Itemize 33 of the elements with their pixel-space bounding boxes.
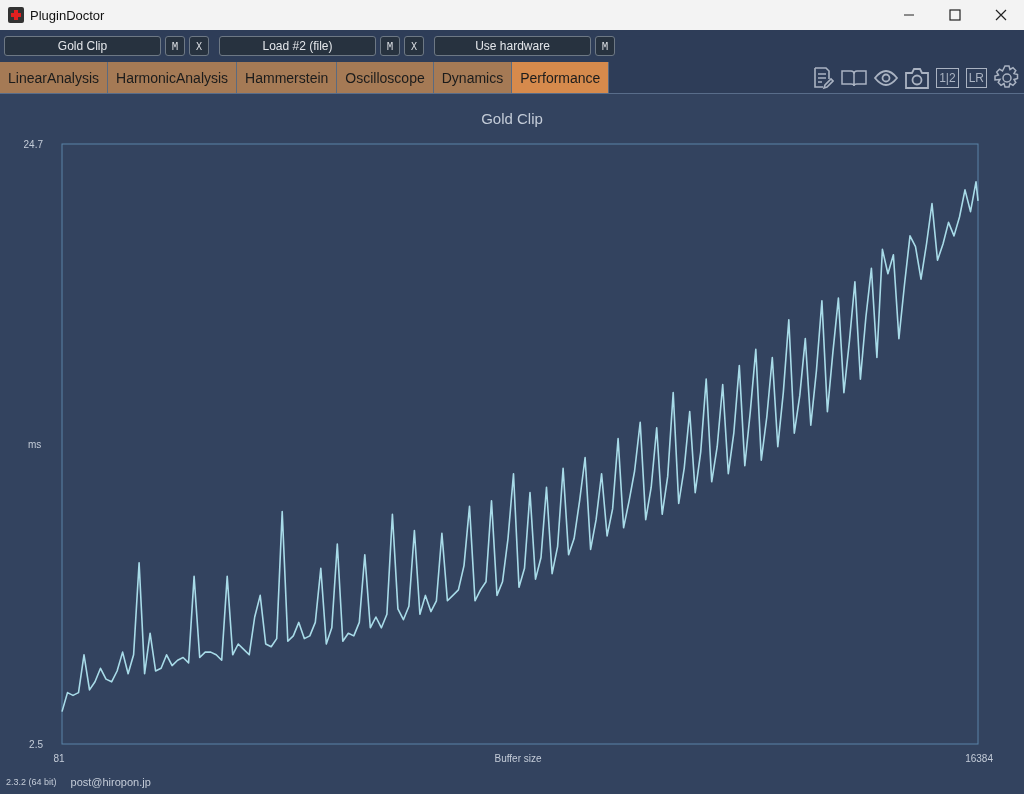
plugin-slot-button[interactable]: Use hardware bbox=[434, 36, 591, 56]
y-axis-label: ms bbox=[28, 439, 42, 450]
app-icon bbox=[8, 7, 24, 23]
tab[interactable]: Performance bbox=[512, 62, 610, 93]
eye-icon[interactable] bbox=[874, 68, 899, 87]
close-icon[interactable] bbox=[995, 9, 1007, 21]
camera-icon[interactable] bbox=[905, 66, 930, 89]
window-title: PluginDoctor bbox=[30, 7, 105, 23]
x-axis-label: Buffer size bbox=[494, 753, 542, 764]
slot-option-button[interactable]: M bbox=[595, 36, 615, 56]
settings-icon[interactable] bbox=[994, 64, 1020, 91]
plugin-slot-button[interactable]: Load #2 (file) bbox=[219, 36, 376, 56]
y-tick-label: 24.7 bbox=[23, 139, 43, 150]
slot-option-button[interactable]: X bbox=[404, 36, 424, 56]
x-tick-label: 81 bbox=[53, 753, 65, 764]
plugin-slot-button[interactable]: Gold Clip bbox=[4, 36, 161, 56]
tab[interactable]: Dynamics bbox=[433, 62, 513, 93]
tab[interactable]: LinearAnalysis bbox=[0, 62, 109, 93]
tab[interactable]: Hammerstein bbox=[237, 62, 338, 93]
maximize-icon[interactable] bbox=[949, 9, 961, 21]
tab[interactable]: Oscilloscope bbox=[337, 62, 434, 93]
book-icon[interactable] bbox=[841, 67, 868, 88]
slot-option-button[interactable]: X bbox=[189, 36, 209, 56]
toggle-button[interactable]: LR bbox=[965, 67, 987, 88]
tab[interactable]: HarmonicAnalysis bbox=[108, 62, 238, 93]
version-label: 2.3.2 (64 bit) bbox=[6, 776, 57, 787]
email-link[interactable]: post@hiropon.jp bbox=[70, 775, 151, 788]
y-tick-label: 2.5 bbox=[29, 739, 43, 750]
toggle-button[interactable]: 1|2 bbox=[936, 67, 959, 88]
chart-title: Gold Clip bbox=[480, 109, 544, 129]
x-tick-label: 16384 bbox=[965, 753, 993, 764]
slot-option-button[interactable]: M bbox=[380, 36, 400, 56]
slot-option-button[interactable]: M bbox=[165, 36, 185, 56]
